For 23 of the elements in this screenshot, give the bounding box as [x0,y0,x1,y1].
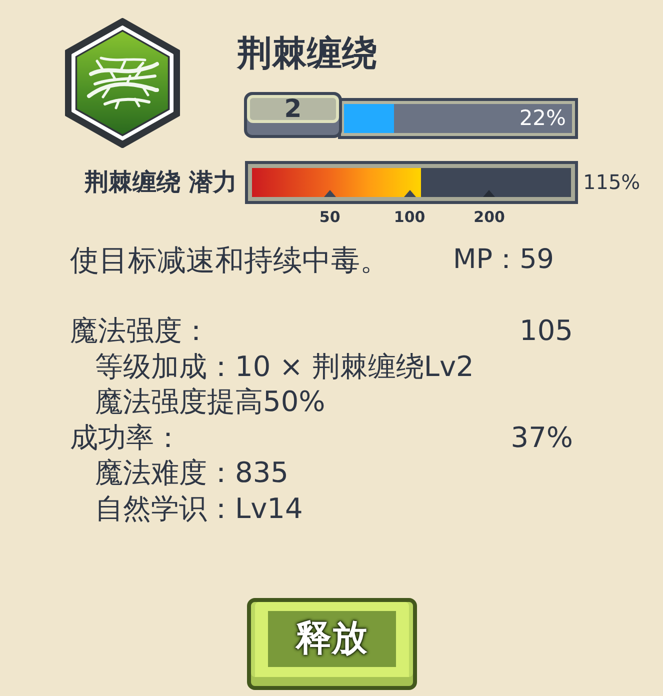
tick-marker-icon [483,190,496,197]
tick-label: 100 [394,207,426,227]
tick-marker-icon [404,190,416,197]
tick-label: 200 [474,207,505,227]
stat-label: 魔法强度： [70,313,210,348]
stat-detail: 魔法难度：835 [95,456,288,489]
level-number: 2 [247,95,339,123]
stat-detail: 等级加成：10 × 荆棘缠绕Lv2 [95,350,474,382]
potential-percent: 115% [583,169,640,196]
skill-description: 使目标减速和持续中毒。 [70,242,390,278]
experience-percent: 22% [519,105,566,132]
skill-title: 荆棘缠绕 [237,34,378,74]
stat-value: 37% [510,420,573,455]
stat-detail: 魔法强度提高50% [95,385,326,418]
stat-label: 成功率： [70,420,182,455]
stat-detail: 自然学识：Lv14 [95,492,303,524]
stat-value: 105 [520,313,573,348]
tick-marker-icon [324,190,336,197]
cast-button[interactable]: 释放 [246,598,416,690]
mana-cost: MP：59 [453,243,554,277]
tick-label: 50 [319,207,340,227]
thorn-vine-icon [65,18,180,148]
potential-label: 荆棘缠绕 潜力 [83,167,238,198]
